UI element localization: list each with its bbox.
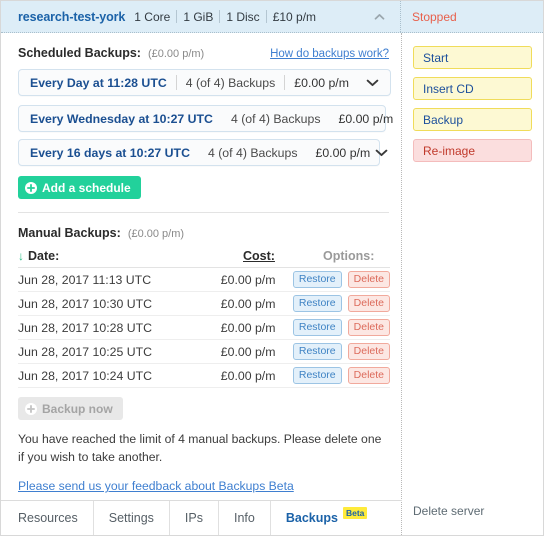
delete-button[interactable]: Delete <box>347 318 390 337</box>
backup-options: Restore Delete <box>292 318 390 337</box>
backup-button[interactable]: Backup <box>413 108 532 131</box>
backup-options: Restore Delete <box>292 294 390 313</box>
tab-backups[interactable]: Backups Beta <box>271 501 383 535</box>
delete-button[interactable]: Delete <box>347 366 390 385</box>
spec-memory: 1 GiB <box>183 9 214 24</box>
server-name: research-test-york <box>18 9 126 24</box>
backup-options: Restore Delete <box>292 366 390 385</box>
restore-button[interactable]: Restore <box>292 366 342 385</box>
schedule-when: Every 16 days at 10:27 UTC <box>30 145 190 160</box>
server-header: research-test-york 1 Core 1 GiB 1 Disc £… <box>1 1 543 33</box>
table-row: Jun 28, 2017 10:30 UTC £0.00 p/m Restore… <box>18 292 390 316</box>
spec-price: £10 p/m <box>272 9 317 24</box>
chevron-up-icon[interactable] <box>373 10 386 23</box>
backup-options: Restore Delete <box>292 270 390 289</box>
column-header-date-label: Date: <box>28 249 60 263</box>
status-badge: Stopped <box>412 9 457 24</box>
backups-content: Scheduled Backups: (£0.00 p/m) How do ba… <box>1 33 402 535</box>
restore-button[interactable]: Restore <box>292 342 342 361</box>
delete-button[interactable]: Delete <box>347 270 390 289</box>
delete-server-link[interactable]: Delete server <box>413 504 484 518</box>
backup-now-label: Backup now <box>42 401 113 416</box>
backup-date: Jun 28, 2017 10:25 UTC <box>18 344 152 359</box>
backup-cost: £0.00 p/m <box>220 296 276 311</box>
backup-cost: £0.00 p/m <box>220 368 276 383</box>
server-actions-panel: Start Insert CD Backup Re-image Delete s… <box>402 33 543 535</box>
scheduled-backups-title: Scheduled Backups: <box>18 46 141 60</box>
manual-backups-table: ↓ Date: Cost: Options: Jun 28, 2017 11:1… <box>18 247 390 388</box>
schedule-cost: £0.00 p/m <box>315 145 371 160</box>
backup-date: Jun 28, 2017 10:24 UTC <box>18 368 152 383</box>
table-row: Jun 28, 2017 10:25 UTC £0.00 p/m Restore… <box>18 340 390 364</box>
column-header-date[interactable]: ↓ Date: <box>18 249 243 263</box>
tab-ips[interactable]: IPs <box>170 501 219 535</box>
schedule-when: Every Wednesday at 10:27 UTC <box>30 111 213 126</box>
column-header-cost[interactable]: Cost: <box>243 249 323 263</box>
add-schedule-label: Add a schedule <box>42 180 131 195</box>
table-row: Jun 28, 2017 10:24 UTC £0.00 p/m Restore… <box>18 364 390 388</box>
manual-backups-header: Manual Backups: (£0.00 p/m) <box>1 226 401 240</box>
schedule-cost: £0.00 p/m <box>294 75 349 90</box>
re-image-button[interactable]: Re-image <box>413 139 532 162</box>
delete-button[interactable]: Delete <box>347 342 390 361</box>
spec-disc: 1 Disc <box>226 9 260 24</box>
backup-date: Jun 28, 2017 10:28 UTC <box>18 320 152 335</box>
spec-cores: 1 Core <box>134 9 171 24</box>
delete-button[interactable]: Delete <box>347 294 390 313</box>
schedule-row[interactable]: Every 16 days at 10:27 UTC 4 (of 4) Back… <box>18 139 388 166</box>
server-backups-panel: research-test-york 1 Core 1 GiB 1 Disc £… <box>0 0 544 536</box>
schedule-list: Every Day at 11:28 UTC 4 (of 4) Backups … <box>1 69 401 176</box>
tab-bar: Resources Settings IPs Info Backups Beta <box>1 500 402 535</box>
tab-info[interactable]: Info <box>219 501 271 535</box>
tab-settings[interactable]: Settings <box>94 501 170 535</box>
table-row: Jun 28, 2017 10:28 UTC £0.00 p/m Restore… <box>18 316 390 340</box>
scheduled-backups-cost: (£0.00 p/m) <box>147 48 205 60</box>
tab-resources[interactable]: Resources <box>1 501 94 535</box>
manual-backups-title: Manual Backups: <box>18 226 121 240</box>
schedule-count: 4 (of 4) Backups <box>185 75 276 90</box>
backup-cost: £0.00 p/m <box>220 320 276 335</box>
backup-cost: £0.00 p/m <box>220 344 276 359</box>
manual-backups-cost: (£0.00 p/m) <box>127 228 185 240</box>
backup-date: Jun 28, 2017 10:30 UTC <box>18 296 152 311</box>
plus-circle-icon <box>25 181 37 194</box>
how-do-backups-work-link[interactable]: How do backups work? <box>270 48 389 60</box>
beta-badge: Beta <box>342 507 368 519</box>
backup-now-button[interactable]: Backup now <box>18 397 123 420</box>
schedule-row[interactable]: Every Day at 11:28 UTC 4 (of 4) Backups … <box>18 69 391 96</box>
schedule-when: Every Day at 11:28 UTC <box>30 75 167 90</box>
section-divider <box>18 212 389 213</box>
column-header-options: Options: <box>323 249 375 263</box>
table-row: Jun 28, 2017 11:13 UTC £0.00 p/m Restore… <box>18 268 390 292</box>
feedback-link[interactable]: Please send us your feedback about Backu… <box>18 479 294 493</box>
server-specs: 1 Core 1 GiB 1 Disc £10 p/m <box>134 10 322 24</box>
arrow-down-icon: ↓ <box>18 249 24 263</box>
restore-button[interactable]: Restore <box>292 270 342 289</box>
chevron-down-icon[interactable] <box>360 79 390 87</box>
schedule-cost: £0.00 p/m <box>338 111 394 126</box>
panel-body: Scheduled Backups: (£0.00 p/m) How do ba… <box>1 33 543 535</box>
schedule-count: 4 (of 4) Backups <box>207 145 298 160</box>
backup-cost: £0.00 p/m <box>220 272 276 287</box>
add-schedule-button[interactable]: Add a schedule <box>18 176 141 199</box>
tab-backups-label: Backups <box>285 511 338 525</box>
server-header-summary[interactable]: research-test-york 1 Core 1 GiB 1 Disc £… <box>1 1 401 32</box>
chevron-down-icon[interactable] <box>373 149 396 157</box>
schedule-count: 4 (of 4) Backups <box>230 111 321 126</box>
restore-button[interactable]: Restore <box>292 294 342 313</box>
table-header-row: ↓ Date: Cost: Options: <box>18 247 390 268</box>
plus-circle-icon <box>25 402 37 415</box>
restore-button[interactable]: Restore <box>292 318 342 337</box>
backup-limit-note: You have reached the limit of 4 manual b… <box>18 432 382 464</box>
schedule-row[interactable]: Every Wednesday at 10:27 UTC 4 (of 4) Ba… <box>18 105 393 132</box>
scheduled-backups-header: Scheduled Backups: (£0.00 p/m) How do ba… <box>1 46 401 60</box>
backup-date: Jun 28, 2017 11:13 UTC <box>18 272 152 287</box>
start-button[interactable]: Start <box>413 46 532 69</box>
insert-cd-button[interactable]: Insert CD <box>413 77 532 100</box>
backup-options: Restore Delete <box>292 342 390 361</box>
